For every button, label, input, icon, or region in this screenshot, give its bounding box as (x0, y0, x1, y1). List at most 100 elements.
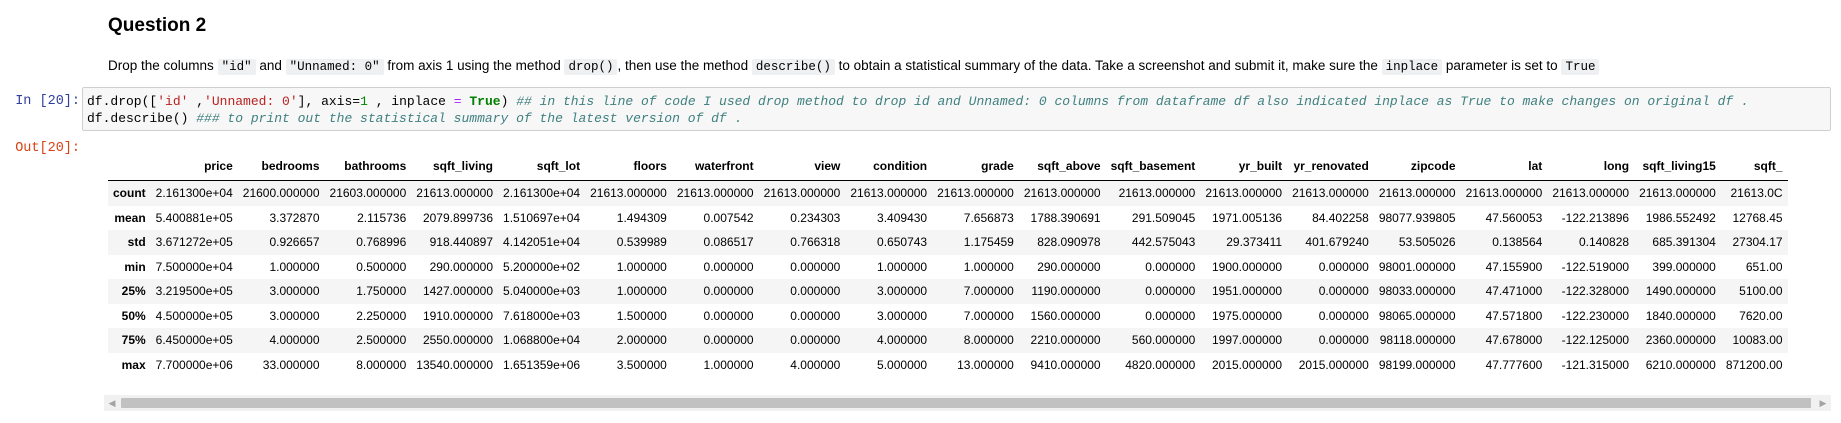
scroll-left-arrow-icon[interactable]: ◀ (104, 395, 120, 411)
table-cell: 0.000000 (790, 333, 841, 348)
row-label: mean (114, 210, 146, 225)
column-header: yr_renovated (1287, 152, 1374, 181)
table-cell: 1.068800e+04 (503, 333, 581, 348)
table-cell: 21613.000000 (850, 186, 928, 201)
table-cell: 0.926657 (269, 235, 320, 250)
row-label: count (113, 186, 146, 201)
table-cell: 828.090978 (1037, 235, 1101, 250)
table-row: 50% 4.500000e+05 3.000000 2.250000 1910.0000… (108, 304, 1788, 329)
instr-text: to obtain a statistical summary of the d… (834, 58, 1382, 73)
table-cell: 0.768996 (356, 235, 407, 250)
describe-table: price bedrooms bathrooms sqft_living sqft_lo… (108, 152, 1788, 377)
table-cell: 0.000000 (703, 259, 754, 274)
column-header: yr_built (1200, 152, 1288, 181)
table-cell: 1986.552492 (1645, 210, 1716, 225)
table-cell: 21613.000000 (1023, 186, 1101, 201)
table-cell: 2.500000 (356, 333, 407, 348)
table-cell: 3.000000 (877, 284, 928, 299)
code-keyword: True (469, 94, 501, 109)
column-header: floors (585, 152, 672, 181)
table-cell: 33.000000 (262, 357, 320, 372)
table-body: count 2.161300e+04 21600.000000 21603.00000… (108, 180, 1788, 378)
table-cell: 0.000000 (790, 308, 841, 323)
table-cell: 8.000000 (963, 333, 1014, 348)
table-cell: 98199.000000 (1378, 357, 1456, 372)
table-cell: 1840.000000 (1645, 308, 1716, 323)
column-header: waterfront (671, 152, 759, 181)
table-cell: 21600.000000 (242, 186, 320, 201)
instr-code: describe() (751, 59, 835, 75)
table-cell: 1.175459 (963, 235, 1014, 250)
table-cell: 4.000000 (877, 333, 928, 348)
table-cell: 0.000000 (790, 259, 841, 274)
table-cell: 0.650743 (877, 235, 928, 250)
scroll-right-arrow-icon[interactable]: ▶ (1815, 395, 1831, 411)
table-cell: -121.315000 (1561, 357, 1630, 372)
table-cell: 4.000000 (269, 333, 320, 348)
table-header-row: price bedrooms bathrooms sqft_living sqft_lo… (108, 152, 1788, 181)
code-operator: = (453, 94, 462, 109)
instr-text: and (255, 58, 286, 73)
table-row: 25% 3.219500e+05 3.000000 1.750000 1427.0000… (108, 279, 1788, 304)
row-label: min (124, 259, 146, 274)
code-editor[interactable]: df.drop(['id' ,'Unnamed: 0'], axis=1 , i… (82, 87, 1831, 131)
table-cell: 3.000000 (877, 308, 928, 323)
code-token: df.drop([ (87, 94, 158, 109)
table-cell: 2.115736 (357, 210, 407, 225)
horizontal-scrollbar[interactable]: ◀ ▶ (104, 395, 1831, 411)
instr-text: , then use the method (617, 58, 752, 73)
table-cell: 98033.000000 (1378, 284, 1456, 299)
row-label: 75% (121, 333, 146, 348)
table-cell: 0.000000 (1318, 308, 1369, 323)
table-cell: 1.500000 (616, 308, 667, 323)
table-cell: 7.500000e+04 (155, 259, 233, 274)
table-cell: 290.000000 (429, 259, 494, 274)
table-cell: 2.161300e+04 (503, 186, 581, 201)
row-label: std (127, 235, 146, 250)
table-cell: 47.678000 (1485, 333, 1543, 348)
code-token: , (188, 94, 205, 109)
table-cell: 47.560053 (1485, 210, 1543, 225)
table-cell: 21613.000000 (763, 186, 841, 201)
column-header: sqft_lot (498, 152, 586, 181)
table-cell: 1971.005136 (1211, 210, 1283, 225)
table-cell: 1997.000000 (1211, 333, 1283, 348)
table-cell: 685.391304 (1652, 235, 1716, 250)
table-cell: 0.000000 (1145, 259, 1196, 274)
table-cell: 5.400881e+05 (155, 210, 233, 225)
table-cell: 21613.000000 (1205, 186, 1283, 201)
table-cell: 560.000000 (1131, 333, 1196, 348)
scrollbar-thumb[interactable] (121, 398, 1811, 408)
table-cell: 5.200000e+02 (503, 259, 581, 274)
table-cell: 0.138564 (1492, 235, 1543, 250)
code-line-2: df.describe() ### to print out the stati… (87, 111, 742, 126)
table-cell: 3.000000 (269, 284, 320, 299)
table-cell: 7.000000 (963, 308, 1014, 323)
table-cell: 5.000000 (877, 357, 928, 372)
instr-text: from axis 1 using the method (383, 58, 565, 73)
table-cell: 2360.000000 (1645, 333, 1716, 348)
table-cell: 7.700000e+06 (155, 357, 233, 372)
table-cell: 1910.000000 (422, 308, 494, 323)
column-header: sqft_basement (1105, 152, 1201, 181)
table-cell: 21613.0C (1730, 186, 1783, 201)
table-cell: -122.230000 (1561, 308, 1630, 323)
table-cell: 0.766318 (790, 235, 841, 250)
table-cell: 4.142051e+04 (503, 235, 581, 250)
instr-code: drop() (564, 59, 618, 75)
table-cell: 2210.000000 (1030, 333, 1101, 348)
question-title: Question 2 (108, 15, 207, 36)
output-area: price bedrooms bathrooms sqft_living sqft_lo… (108, 152, 1831, 402)
code-token: , inplace (367, 94, 454, 109)
table-cell: 1490.000000 (1645, 284, 1716, 299)
table-cell: 21613.000000 (416, 186, 494, 201)
table-cell: 10083.00 (1732, 333, 1783, 348)
table-cell: 7620.00 (1739, 308, 1783, 323)
table-cell: 2550.000000 (422, 333, 494, 348)
table-cell: 21613.000000 (1639, 186, 1716, 201)
table-cell: 0.000000 (703, 333, 754, 348)
table-cell: 1.000000 (616, 284, 667, 299)
instr-code: True (1561, 59, 1600, 75)
table-cell: 1.000000 (963, 259, 1014, 274)
table-cell: 2.250000 (356, 308, 407, 323)
